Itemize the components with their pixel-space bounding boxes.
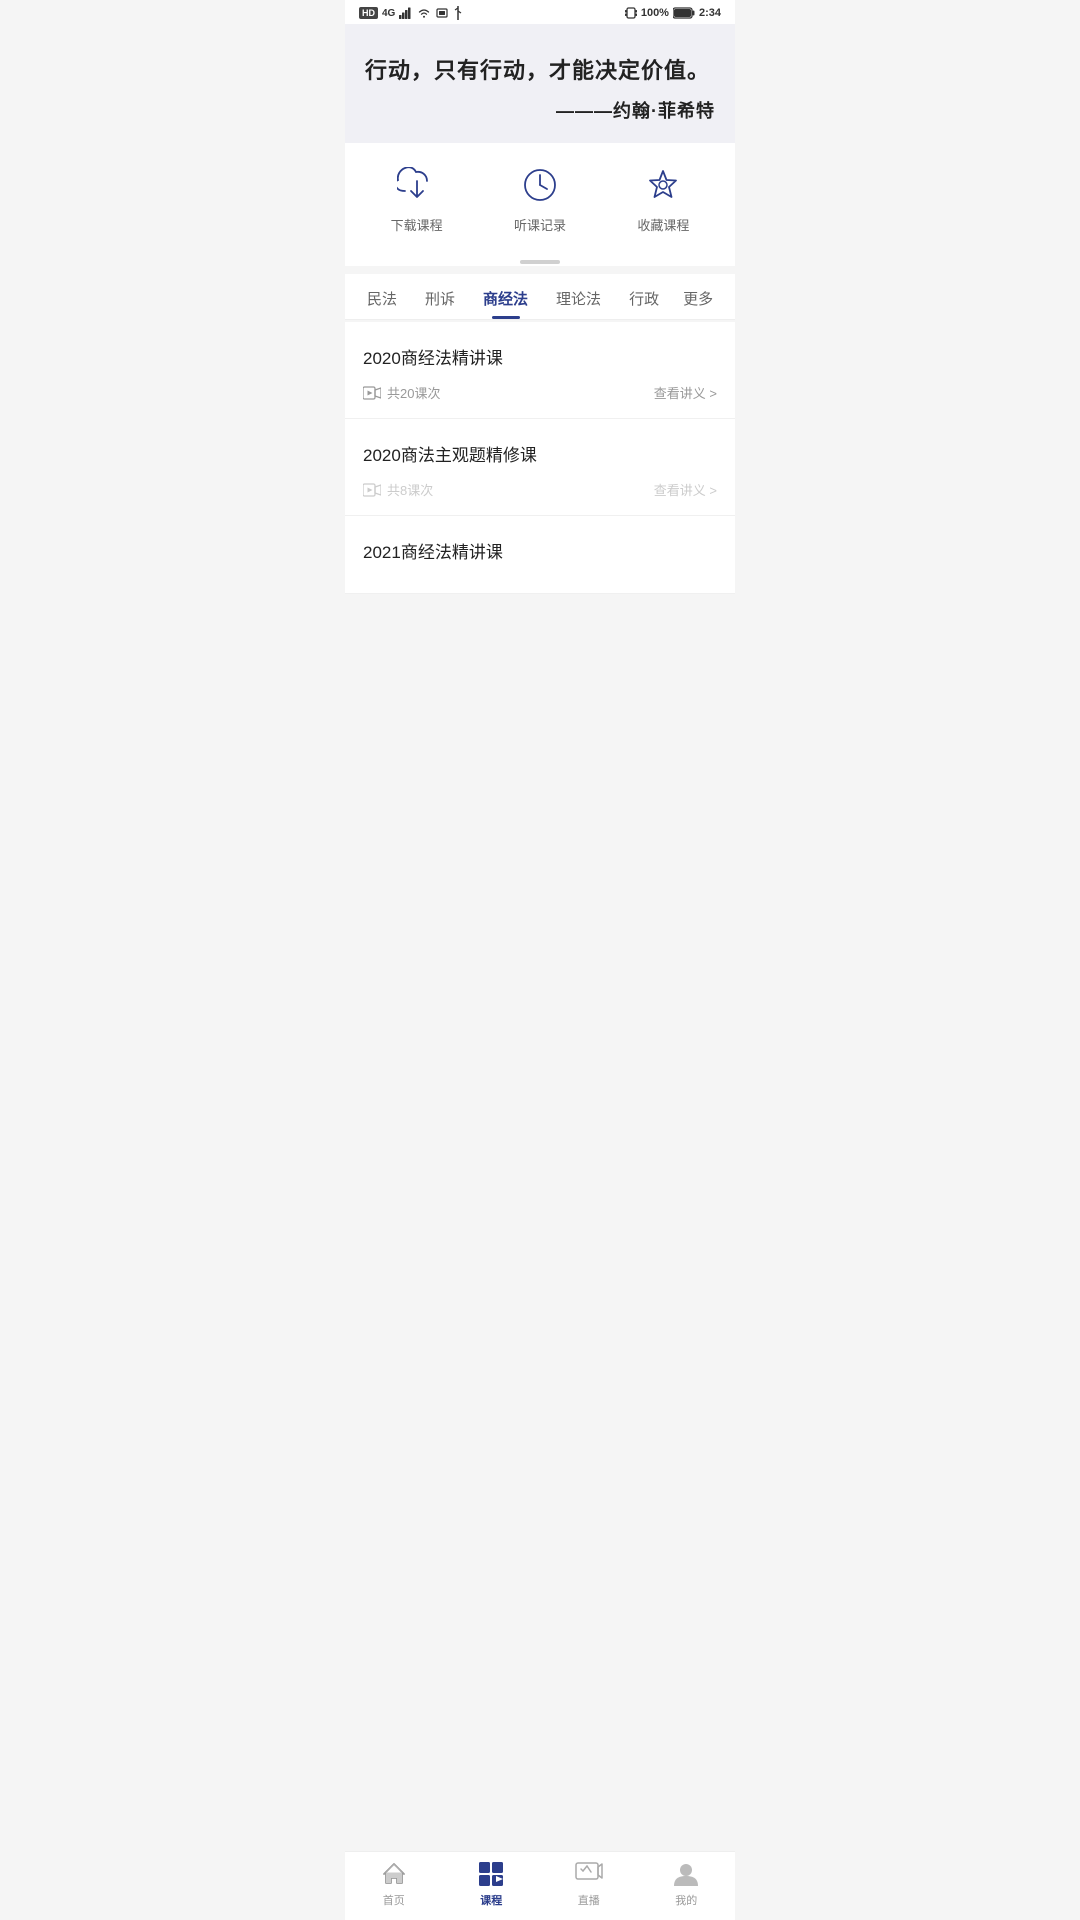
quick-action-history[interactable]: 听课记录	[514, 163, 566, 234]
tab-xingsu[interactable]: 刑诉	[411, 274, 469, 319]
star-icon	[641, 163, 685, 207]
nav-profile-label: 我的	[675, 1892, 697, 1908]
tab-bar: 民法 刑诉 商经法 理论法 行政 更多	[345, 274, 735, 320]
vibrate-icon	[625, 6, 637, 20]
nav-courses-label: 课程	[480, 1892, 502, 1908]
scroll-handle-bar	[520, 260, 560, 264]
tab-minfa[interactable]: 民法	[353, 274, 411, 319]
nav-live[interactable]: 直播	[559, 1860, 619, 1908]
favorites-label: 收藏课程	[637, 215, 689, 234]
nav-home[interactable]: 首页	[364, 1860, 424, 1908]
course-title-3: 2021商经法精讲课	[363, 538, 717, 563]
phone-wrapper: HD 4G	[345, 0, 735, 1920]
scroll-handle	[345, 254, 735, 266]
nav-home-label: 首页	[383, 1892, 405, 1908]
battery-icon	[673, 7, 695, 19]
status-right: 100% 2:34	[625, 6, 721, 20]
usb-icon	[453, 6, 463, 20]
download-label: 下载课程	[391, 215, 443, 234]
course-meta-2: 共8课次 查看讲义 >	[363, 480, 717, 499]
nav-courses[interactable]: 课程	[461, 1860, 521, 1908]
view-notes-1[interactable]: 查看讲义 >	[654, 383, 717, 402]
course-title-1: 2020商经法精讲课	[363, 344, 717, 369]
quick-actions: 下载课程 听课记录 收藏课程	[345, 143, 735, 254]
status-left: HD 4G	[359, 6, 463, 20]
hd-badge: HD	[359, 7, 378, 19]
video-icon-1	[363, 386, 381, 400]
tab-lilunfa[interactable]: 理论法	[542, 274, 615, 319]
hero-banner: 行动，只有行动，才能决定价值。 ———约翰·菲希特	[345, 24, 735, 143]
course-count-2: 共8课次	[363, 480, 433, 499]
view-notes-2[interactable]: 查看讲义 >	[654, 480, 717, 499]
hero-author: ———约翰·菲希特	[365, 97, 715, 123]
course-list: 2020商经法精讲课 共20课次 查看讲义 > 2020商法主观题精修课	[345, 322, 735, 594]
live-icon	[575, 1860, 603, 1888]
tab-more[interactable]: 更多	[673, 274, 723, 319]
cloud-download-icon	[395, 163, 439, 207]
course-title-2: 2020商法主观题精修课	[363, 441, 717, 466]
tab-shangjingfa[interactable]: 商经法	[469, 274, 542, 319]
nav-profile[interactable]: 我的	[656, 1860, 716, 1908]
course-count-1: 共20课次	[363, 383, 440, 402]
signal-icon	[399, 7, 413, 19]
course-item-2: 2020商法主观题精修课 共8课次 查看讲义 >	[345, 419, 735, 516]
time-text: 2:34	[699, 7, 721, 19]
chip-icon	[435, 7, 449, 19]
home-icon	[380, 1860, 408, 1888]
nav-live-label: 直播	[578, 1892, 600, 1908]
courses-icon	[477, 1860, 505, 1888]
course-meta-1: 共20课次 查看讲义 >	[363, 383, 717, 402]
tab-xingzheng[interactable]: 行政	[615, 274, 673, 319]
profile-icon	[672, 1860, 700, 1888]
quick-action-download[interactable]: 下载课程	[391, 163, 443, 234]
clock-icon	[518, 163, 562, 207]
hero-quote: 行动，只有行动，才能决定价值。	[365, 54, 715, 87]
video-icon-2	[363, 483, 381, 497]
course-item-3: 2021商经法精讲课	[345, 516, 735, 594]
bottom-nav: 首页 课程	[345, 1851, 735, 1920]
course-item-1: 2020商经法精讲课 共20课次 查看讲义 >	[345, 322, 735, 419]
history-label: 听课记录	[514, 215, 566, 234]
quick-action-favorites[interactable]: 收藏课程	[637, 163, 689, 234]
signal-4g: 4G	[382, 8, 395, 19]
wifi-icon	[417, 8, 431, 19]
status-bar: HD 4G	[345, 0, 735, 24]
battery-text: 100%	[641, 7, 669, 19]
